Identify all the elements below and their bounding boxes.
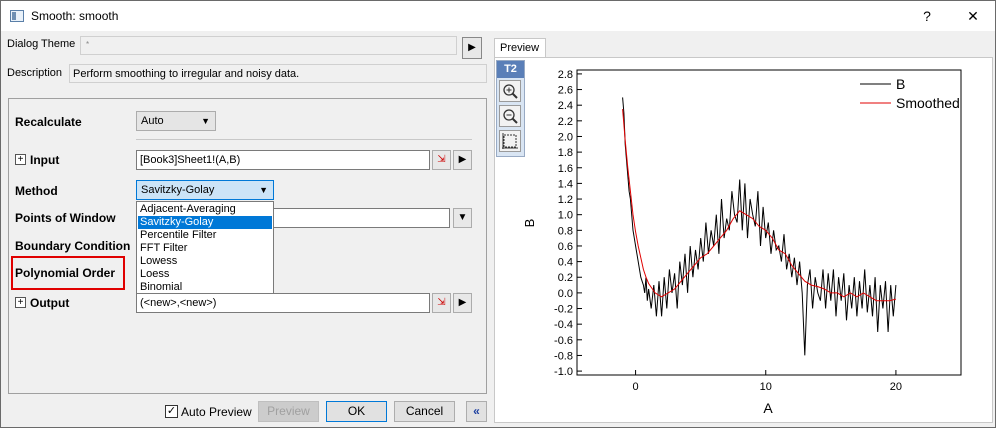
output-menu-button[interactable]: ▶ <box>453 293 472 313</box>
y-tick-label: 1.6 <box>558 163 573 175</box>
chevron-down-icon: ▼ <box>201 116 210 126</box>
method-value: Savitzky-Golay <box>141 184 215 196</box>
play-arrow-icon: ▶ <box>468 42 476 53</box>
help-button[interactable]: ? <box>913 5 941 27</box>
recalculate-label: Recalculate <box>15 115 82 129</box>
y-tick-label: 2.6 <box>558 85 573 97</box>
checkmark-icon: ✓ <box>166 405 177 417</box>
chevron-down-icon: ▼ <box>457 212 468 223</box>
y-tick-label: -0.6 <box>554 335 573 347</box>
input-label: Input <box>30 153 60 167</box>
y-tick-label: 2.4 <box>558 100 573 112</box>
points-of-window-field[interactable] <box>273 208 450 228</box>
y-tick-label: -0.4 <box>554 319 573 331</box>
method-option-selected[interactable]: Savitzky-Golay <box>138 216 272 229</box>
legend: B Smoothed <box>860 76 960 111</box>
cancel-button[interactable]: Cancel <box>394 401 455 422</box>
double-chevron-left-icon: « <box>473 404 480 418</box>
method-dropdown-list: Adjacent-Averaging Savitzky-Golay Percen… <box>136 201 274 294</box>
collapse-preview-button[interactable]: « <box>466 401 487 422</box>
preview-button[interactable]: Preview <box>258 401 319 422</box>
output-select-button[interactable]: ⇲ <box>432 293 451 313</box>
chart-series <box>622 97 897 356</box>
y-tick-label: -1.0 <box>554 366 573 378</box>
description-field: Perform smoothing to irregular and noisy… <box>69 64 487 83</box>
input-menu-button[interactable]: ▶ <box>453 150 472 170</box>
output-field[interactable]: (<new>,<new>) <box>136 293 430 313</box>
x-tick-label: 0 <box>633 381 639 393</box>
y-tick-label: 2.0 <box>558 131 573 143</box>
recalculate-value: Auto <box>141 115 164 127</box>
chart-svg: -1.0 -0.8 -0.6 -0.4 -0.2 0.0 0.2 0.4 0.6 0.8 1.0 1.… <box>522 69 962 416</box>
dialog-theme-label: Dialog Theme <box>7 38 76 50</box>
expand-input-icon[interactable]: + <box>15 154 26 165</box>
legend-label-b: B <box>896 76 905 92</box>
method-option[interactable]: FFT Filter <box>138 242 272 255</box>
y-tick-label: -0.2 <box>554 304 573 316</box>
y-tick-label: 1.0 <box>558 210 573 222</box>
ok-button[interactable]: OK <box>326 401 387 422</box>
points-dropdown-button[interactable]: ▼ <box>453 208 472 228</box>
play-arrow-icon: ▶ <box>458 154 467 165</box>
description-text: Perform smoothing to irregular and noisy… <box>73 68 300 80</box>
method-select[interactable]: Savitzky-Golay ▼ <box>136 180 274 200</box>
legend-label-smoothed: Smoothed <box>896 95 960 111</box>
method-option[interactable]: Loess <box>138 268 272 281</box>
y-tick-label: 2.8 <box>558 69 573 81</box>
x-axis: 0 10 20 <box>633 370 902 393</box>
x-axis-label: A <box>763 400 773 416</box>
method-option[interactable]: Binomial <box>138 281 272 294</box>
y-tick-label: 2.2 <box>558 116 573 128</box>
dialog-theme-field[interactable]: * <box>80 36 457 55</box>
smooth-dialog: Smooth: smooth ? ✕ Dialog Theme * ▶ Desc… <box>0 0 996 428</box>
play-arrow-icon: ▶ <box>458 297 467 308</box>
method-option[interactable]: Percentile Filter <box>138 229 272 242</box>
close-button[interactable]: ✕ <box>959 5 987 27</box>
method-option[interactable]: Adjacent-Averaging <box>138 203 272 216</box>
boundary-condition-label: Boundary Condition <box>15 239 131 253</box>
divider <box>136 139 472 140</box>
auto-preview-checkbox[interactable]: ✓ <box>165 405 178 418</box>
y-tick-label: 1.4 <box>558 178 573 190</box>
title-bar[interactable]: Smooth: smooth ? ✕ <box>1 1 995 31</box>
y-tick-label: 1.2 <box>558 194 573 206</box>
input-select-button[interactable]: ⇲ <box>432 150 451 170</box>
y-axis-label: B <box>522 219 537 228</box>
column-select-icon: ⇲ <box>437 297 446 308</box>
y-tick-label: -0.8 <box>554 350 573 362</box>
x-tick-label: 10 <box>760 381 772 393</box>
chevron-down-icon: ▼ <box>259 185 268 195</box>
y-tick-label: 0.2 <box>558 272 573 284</box>
x-tick-label: 20 <box>890 381 902 393</box>
tab-preview[interactable]: Preview <box>494 38 546 58</box>
theme-menu-button[interactable]: ▶ <box>462 37 482 59</box>
y-tick-label: 0.8 <box>558 225 573 237</box>
y-tick-label: 1.8 <box>558 147 573 159</box>
method-option[interactable]: Lowess <box>138 255 272 268</box>
y-tick-label: 0.0 <box>558 288 573 300</box>
column-select-icon: ⇲ <box>437 154 446 165</box>
method-label: Method <box>15 184 58 198</box>
dialog-icon <box>10 10 24 22</box>
input-field[interactable]: [Book3]Sheet1!(A,B) <box>136 150 430 170</box>
y-tick-label: 0.6 <box>558 241 573 253</box>
recalculate-select[interactable]: Auto ▼ <box>136 111 216 131</box>
points-of-window-label: Points of Window <box>15 211 116 225</box>
polynomial-order-label: Polynomial Order <box>15 266 116 280</box>
expand-output-icon[interactable]: + <box>15 297 26 308</box>
series-line-smoothed <box>622 109 897 302</box>
y-axis: -1.0 -0.8 -0.6 -0.4 -0.2 0.0 0.2 0.4 0.6 0.8 1.0 1.… <box>554 69 582 378</box>
window-title: Smooth: smooth <box>31 9 119 23</box>
auto-preview-label: Auto Preview <box>181 405 252 419</box>
y-tick-label: 0.4 <box>558 257 573 269</box>
output-label: Output <box>30 296 70 310</box>
description-label: Description <box>7 67 63 79</box>
